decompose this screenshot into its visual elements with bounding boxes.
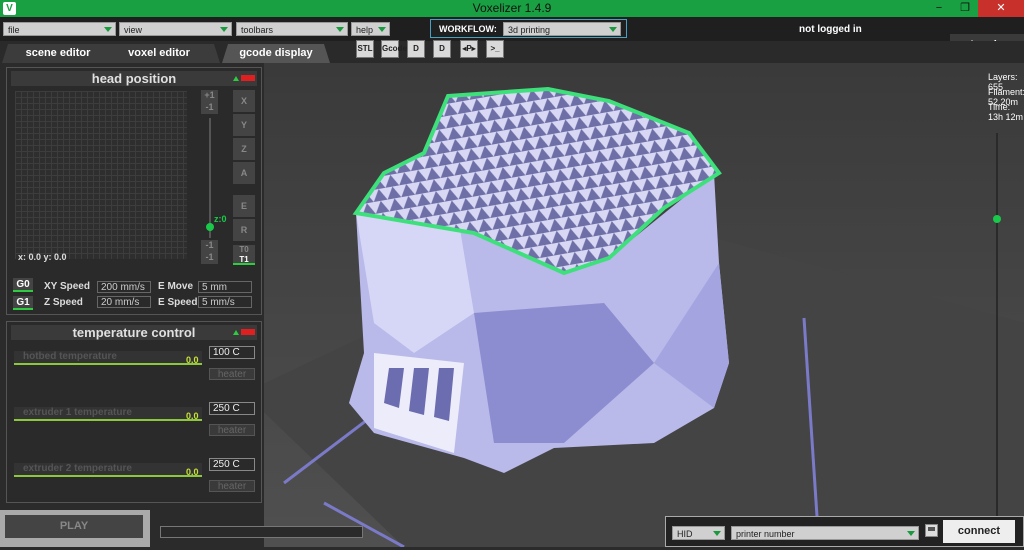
layer-slider-handle[interactable] (993, 215, 1001, 223)
g1-button[interactable]: G1 (13, 296, 33, 310)
chevron-down-icon (336, 27, 344, 32)
e-step-minus-button[interactable]: -1 (201, 240, 218, 252)
workflow-label: WORKFLOW: (439, 24, 497, 34)
toolbars-menu-label: toolbars (241, 25, 274, 35)
printer-control-button[interactable]: ◂P▸ (460, 40, 478, 58)
collapse-icon[interactable] (233, 76, 239, 81)
chevron-down-icon (104, 27, 112, 32)
file-menu-label: file (8, 25, 20, 35)
terminal-button[interactable]: >_ (486, 40, 504, 58)
view-menu[interactable]: view (119, 22, 232, 36)
chevron-down-icon (220, 27, 228, 32)
head-coords: x: 0.0 y: 0.0 (18, 252, 67, 262)
tool-t1-button[interactable]: T1 (233, 255, 255, 265)
3d-viewport[interactable]: Layers: 655 Filament: 52.20m Time: 13h 1… (244, 63, 1024, 549)
temperature-title: temperature control (72, 325, 196, 340)
open-stl-button[interactable]: STL (356, 40, 374, 58)
printer-dropdown[interactable]: printer number (731, 526, 919, 540)
home-z-button[interactable]: Z (233, 138, 255, 160)
connection-bar: HID printer number connect (665, 516, 1024, 547)
printer-value: printer number (736, 529, 795, 539)
z-step-plus-button[interactable]: +1 (201, 90, 218, 102)
window-title: Voxelizer 1.4.9 (472, 1, 552, 15)
close-panel-icon[interactable] (241, 75, 255, 81)
help-menu[interactable]: help (351, 22, 390, 36)
extruder2-heater-button[interactable]: heater (209, 480, 255, 492)
extruder1-label: extruder 1 temperature (14, 407, 202, 419)
collapse-icon[interactable] (233, 330, 239, 335)
chevron-down-icon (907, 531, 915, 536)
time-stat: Time: 13h 12m (988, 102, 1024, 122)
z-slider-track[interactable] (209, 118, 211, 238)
e-move-input[interactable]: 5 mm (198, 281, 252, 293)
extruder1-graph-line (14, 419, 202, 421)
model-render (244, 86, 1024, 549)
head-position-title: head position (91, 71, 177, 86)
tab-voxel-editor[interactable]: voxel editor (98, 44, 220, 63)
extruder1-target-input[interactable]: 250 C (209, 402, 255, 415)
view-menu-label: view (124, 25, 143, 35)
hotbed-heater-button[interactable]: heater (209, 368, 255, 380)
chevron-down-icon (609, 27, 617, 32)
z-speed-label: Z Speed (44, 297, 83, 308)
extruder2-label: extruder 2 temperature (14, 463, 202, 475)
minimize-button[interactable]: − (926, 0, 952, 17)
workflow-dropdown[interactable]: 3d printing (503, 22, 621, 36)
hotbed-graph-line (14, 363, 202, 365)
workflow-value: 3d printing (508, 25, 551, 35)
tab-bar: scene editor voxel editor gcode display (0, 41, 1024, 63)
layer-slider-track[interactable] (996, 133, 998, 533)
tab-scene-editor[interactable]: scene editor (2, 44, 114, 63)
close-panel-icon[interactable] (241, 329, 255, 335)
file-menu[interactable]: file (3, 22, 116, 36)
chevron-down-icon (713, 531, 721, 536)
z-label: z:0 (214, 214, 227, 224)
login-status: not logged in (799, 24, 862, 35)
extruder1-heater-button[interactable]: heater (209, 424, 255, 436)
e-step-minus-small-button[interactable]: -1 (201, 252, 218, 264)
connect-button[interactable]: connect (943, 520, 1015, 543)
hotbed-target-input[interactable]: 100 C (209, 346, 255, 359)
xy-speed-input[interactable]: 200 mm/s (97, 281, 151, 293)
dimension-tool-alt-button[interactable]: D (433, 40, 451, 58)
extruder-e-button[interactable]: E (233, 195, 255, 217)
connection-type-value: HID (677, 529, 693, 539)
extruder2-graph-line (14, 475, 202, 477)
play-button[interactable]: PLAY (5, 515, 143, 538)
tab-gcode-display[interactable]: gcode display (222, 44, 330, 63)
xy-jog-grid[interactable] (15, 91, 187, 259)
g0-button[interactable]: G0 (13, 278, 33, 292)
maximize-button[interactable]: ❐ (952, 0, 978, 17)
dimension-tool-button[interactable]: D (407, 40, 425, 58)
z-speed-input[interactable]: 20 mm/s (97, 296, 151, 308)
workflow-selector: WORKFLOW: 3d printing (430, 19, 627, 38)
title-bar: V Voxelizer 1.4.9 − ❐ ✕ (0, 0, 1024, 17)
hotbed-label: hotbed temperature (14, 351, 202, 363)
e-speed-label: E Speed (158, 297, 198, 308)
home-all-button[interactable]: A (233, 162, 255, 184)
play-area: PLAY (0, 510, 150, 547)
toolbars-menu[interactable]: toolbars (236, 22, 348, 36)
e-speed-input[interactable]: 5 mm/s (198, 296, 252, 308)
z-slider-handle[interactable] (206, 223, 214, 231)
help-menu-label: help (356, 25, 374, 35)
open-gcode-button[interactable]: Gcode (381, 40, 407, 58)
e-move-label: E Move (158, 281, 194, 292)
z-step-minus-button[interactable]: -1 (201, 102, 218, 114)
home-y-button[interactable]: Y (233, 114, 255, 136)
print-progress-bar (160, 526, 363, 538)
tool-t0-button[interactable]: T0 (233, 245, 255, 255)
temperature-header: temperature control (11, 325, 257, 340)
connection-type-dropdown[interactable]: HID (672, 526, 725, 540)
close-button[interactable]: ✕ (978, 0, 1024, 17)
xy-speed-label: XY Speed (44, 281, 90, 292)
save-icon[interactable] (925, 524, 938, 537)
home-x-button[interactable]: X (233, 90, 255, 112)
head-position-header: head position (11, 71, 257, 86)
chevron-down-icon (378, 27, 386, 32)
extruder-r-button[interactable]: R (233, 219, 255, 241)
extruder2-target-input[interactable]: 250 C (209, 458, 255, 471)
